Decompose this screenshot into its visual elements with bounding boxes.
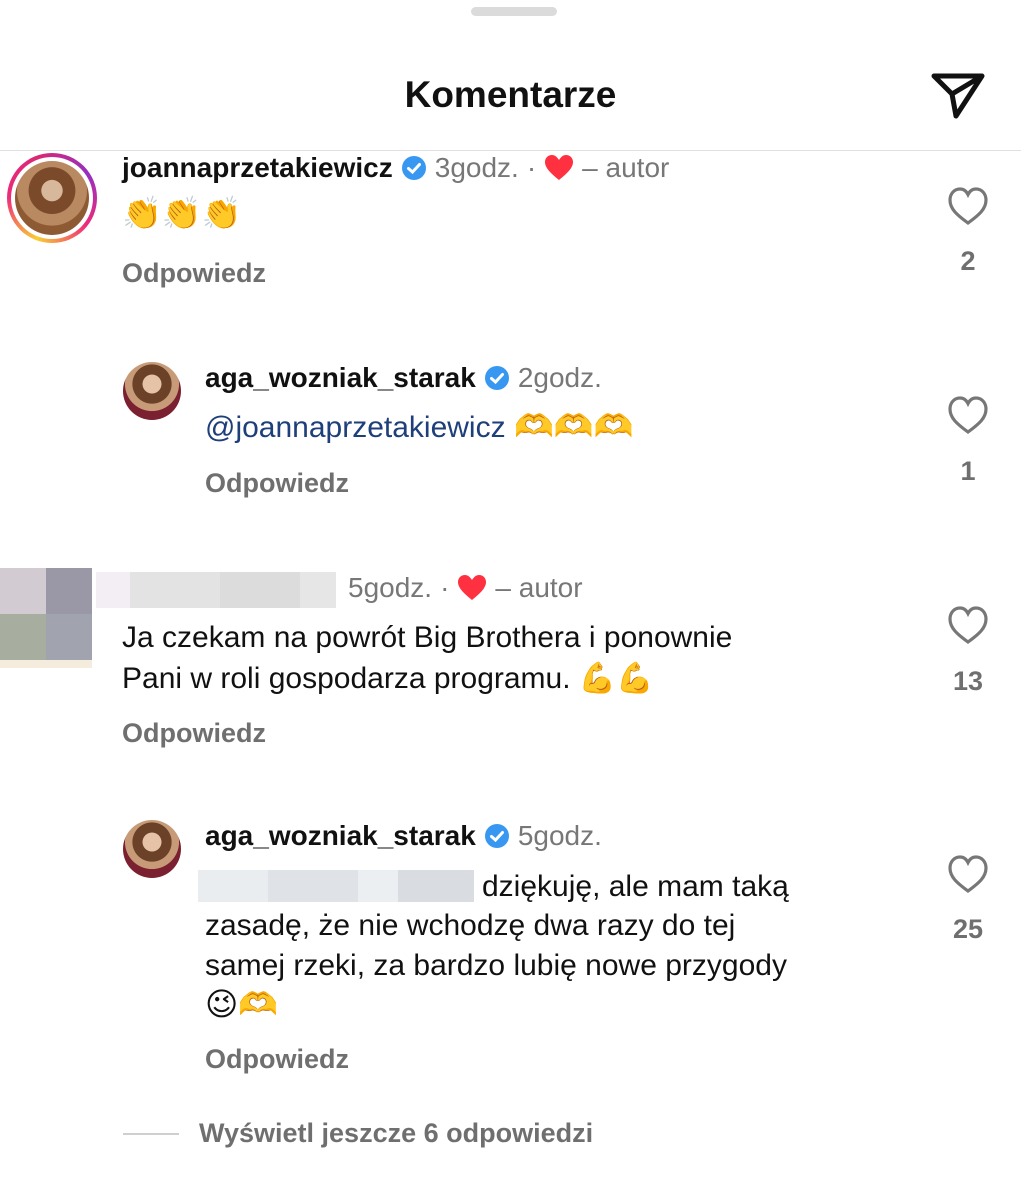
- comment-text-line: dziękuję, ale mam taką: [482, 870, 789, 903]
- view-more-replies[interactable]: Wyświetl jeszcze 6 odpowiedzi: [123, 1118, 593, 1149]
- send-icon[interactable]: [928, 68, 988, 122]
- sheet-grabber[interactable]: [471, 7, 557, 16]
- comment-username[interactable]: aga_wozniak_starak: [205, 820, 476, 852]
- view-more-label[interactable]: Wyświetl jeszcze 6 odpowiedzi: [199, 1118, 593, 1149]
- comment-time: 2godz.: [517, 362, 602, 393]
- divider-line: [123, 1132, 179, 1135]
- heart-filled-icon: [458, 575, 487, 600]
- comment-header: aga_wozniak_starak 2godz.: [205, 362, 602, 394]
- meta-separator: ·: [440, 572, 450, 603]
- avatar[interactable]: [123, 820, 181, 878]
- reply-button[interactable]: Odpowiedz: [205, 468, 349, 499]
- reply-button[interactable]: Odpowiedz: [122, 258, 266, 289]
- comment-text-line: Pani w roli gospodarza programu. 💪💪: [122, 662, 654, 695]
- comment-header: joannaprzetakiewicz 3godz. · – autor: [122, 152, 669, 184]
- comment-header: 5godz. · – autor: [348, 572, 583, 604]
- comment-text: @joannaprzetakiewicz 🫶🫶🫶: [205, 406, 633, 448]
- reply-button[interactable]: Odpowiedz: [122, 718, 266, 749]
- comment-text: 👏👏👏: [122, 195, 242, 231]
- like-count: 13: [952, 666, 984, 696]
- comment-text-line: samej rzeki, za bardzo lubię nowe przygo…: [205, 949, 787, 982]
- author-liked-label: – autor: [582, 152, 670, 183]
- comment-time: 5godz.: [348, 572, 433, 603]
- heart-outline-icon[interactable]: [938, 603, 998, 645]
- heart-outline-icon[interactable]: [938, 852, 998, 894]
- heart-outline-icon[interactable]: [938, 393, 998, 435]
- like-count: 1: [960, 456, 976, 486]
- reply-button[interactable]: Odpowiedz: [205, 1044, 349, 1075]
- comment-text-line: Ja czekam na powrót Big Brothera i ponow…: [122, 621, 733, 654]
- like-count: 2: [960, 246, 976, 276]
- like-count: 25: [952, 914, 984, 944]
- comment-emoji: 😉🫶: [205, 986, 279, 1022]
- page-title: Komentarze: [404, 74, 617, 115]
- verified-badge-icon: [401, 156, 426, 180]
- comment-time: 5godz.: [517, 820, 602, 851]
- heart-outline-icon[interactable]: [938, 184, 998, 226]
- verified-badge-icon: [484, 824, 509, 848]
- username-redacted: [96, 572, 336, 608]
- comment-emoji: 🫶🫶🫶: [513, 408, 634, 444]
- comment-username[interactable]: aga_wozniak_starak: [205, 362, 476, 394]
- avatar[interactable]: [123, 362, 181, 420]
- meta-separator: ·: [526, 152, 537, 183]
- comment-time: 3godz.: [434, 152, 519, 183]
- avatar: [15, 161, 89, 235]
- heart-filled-icon: [545, 155, 574, 180]
- avatar-pixelated[interactable]: [0, 568, 92, 668]
- author-liked-label: – autor: [495, 572, 583, 603]
- mention-link[interactable]: @joannaprzetakiewicz: [205, 411, 506, 444]
- comment-username[interactable]: joannaprzetakiewicz: [122, 152, 393, 184]
- comment-text-line: zasadę, że nie wchodzę dwa razy do tej: [205, 909, 736, 942]
- verified-badge-icon: [484, 366, 509, 390]
- header-divider: [0, 150, 1021, 151]
- comment-header: aga_wozniak_starak 5godz.: [205, 820, 602, 852]
- avatar-story-ring[interactable]: [7, 153, 97, 243]
- mention-redacted: [198, 870, 474, 902]
